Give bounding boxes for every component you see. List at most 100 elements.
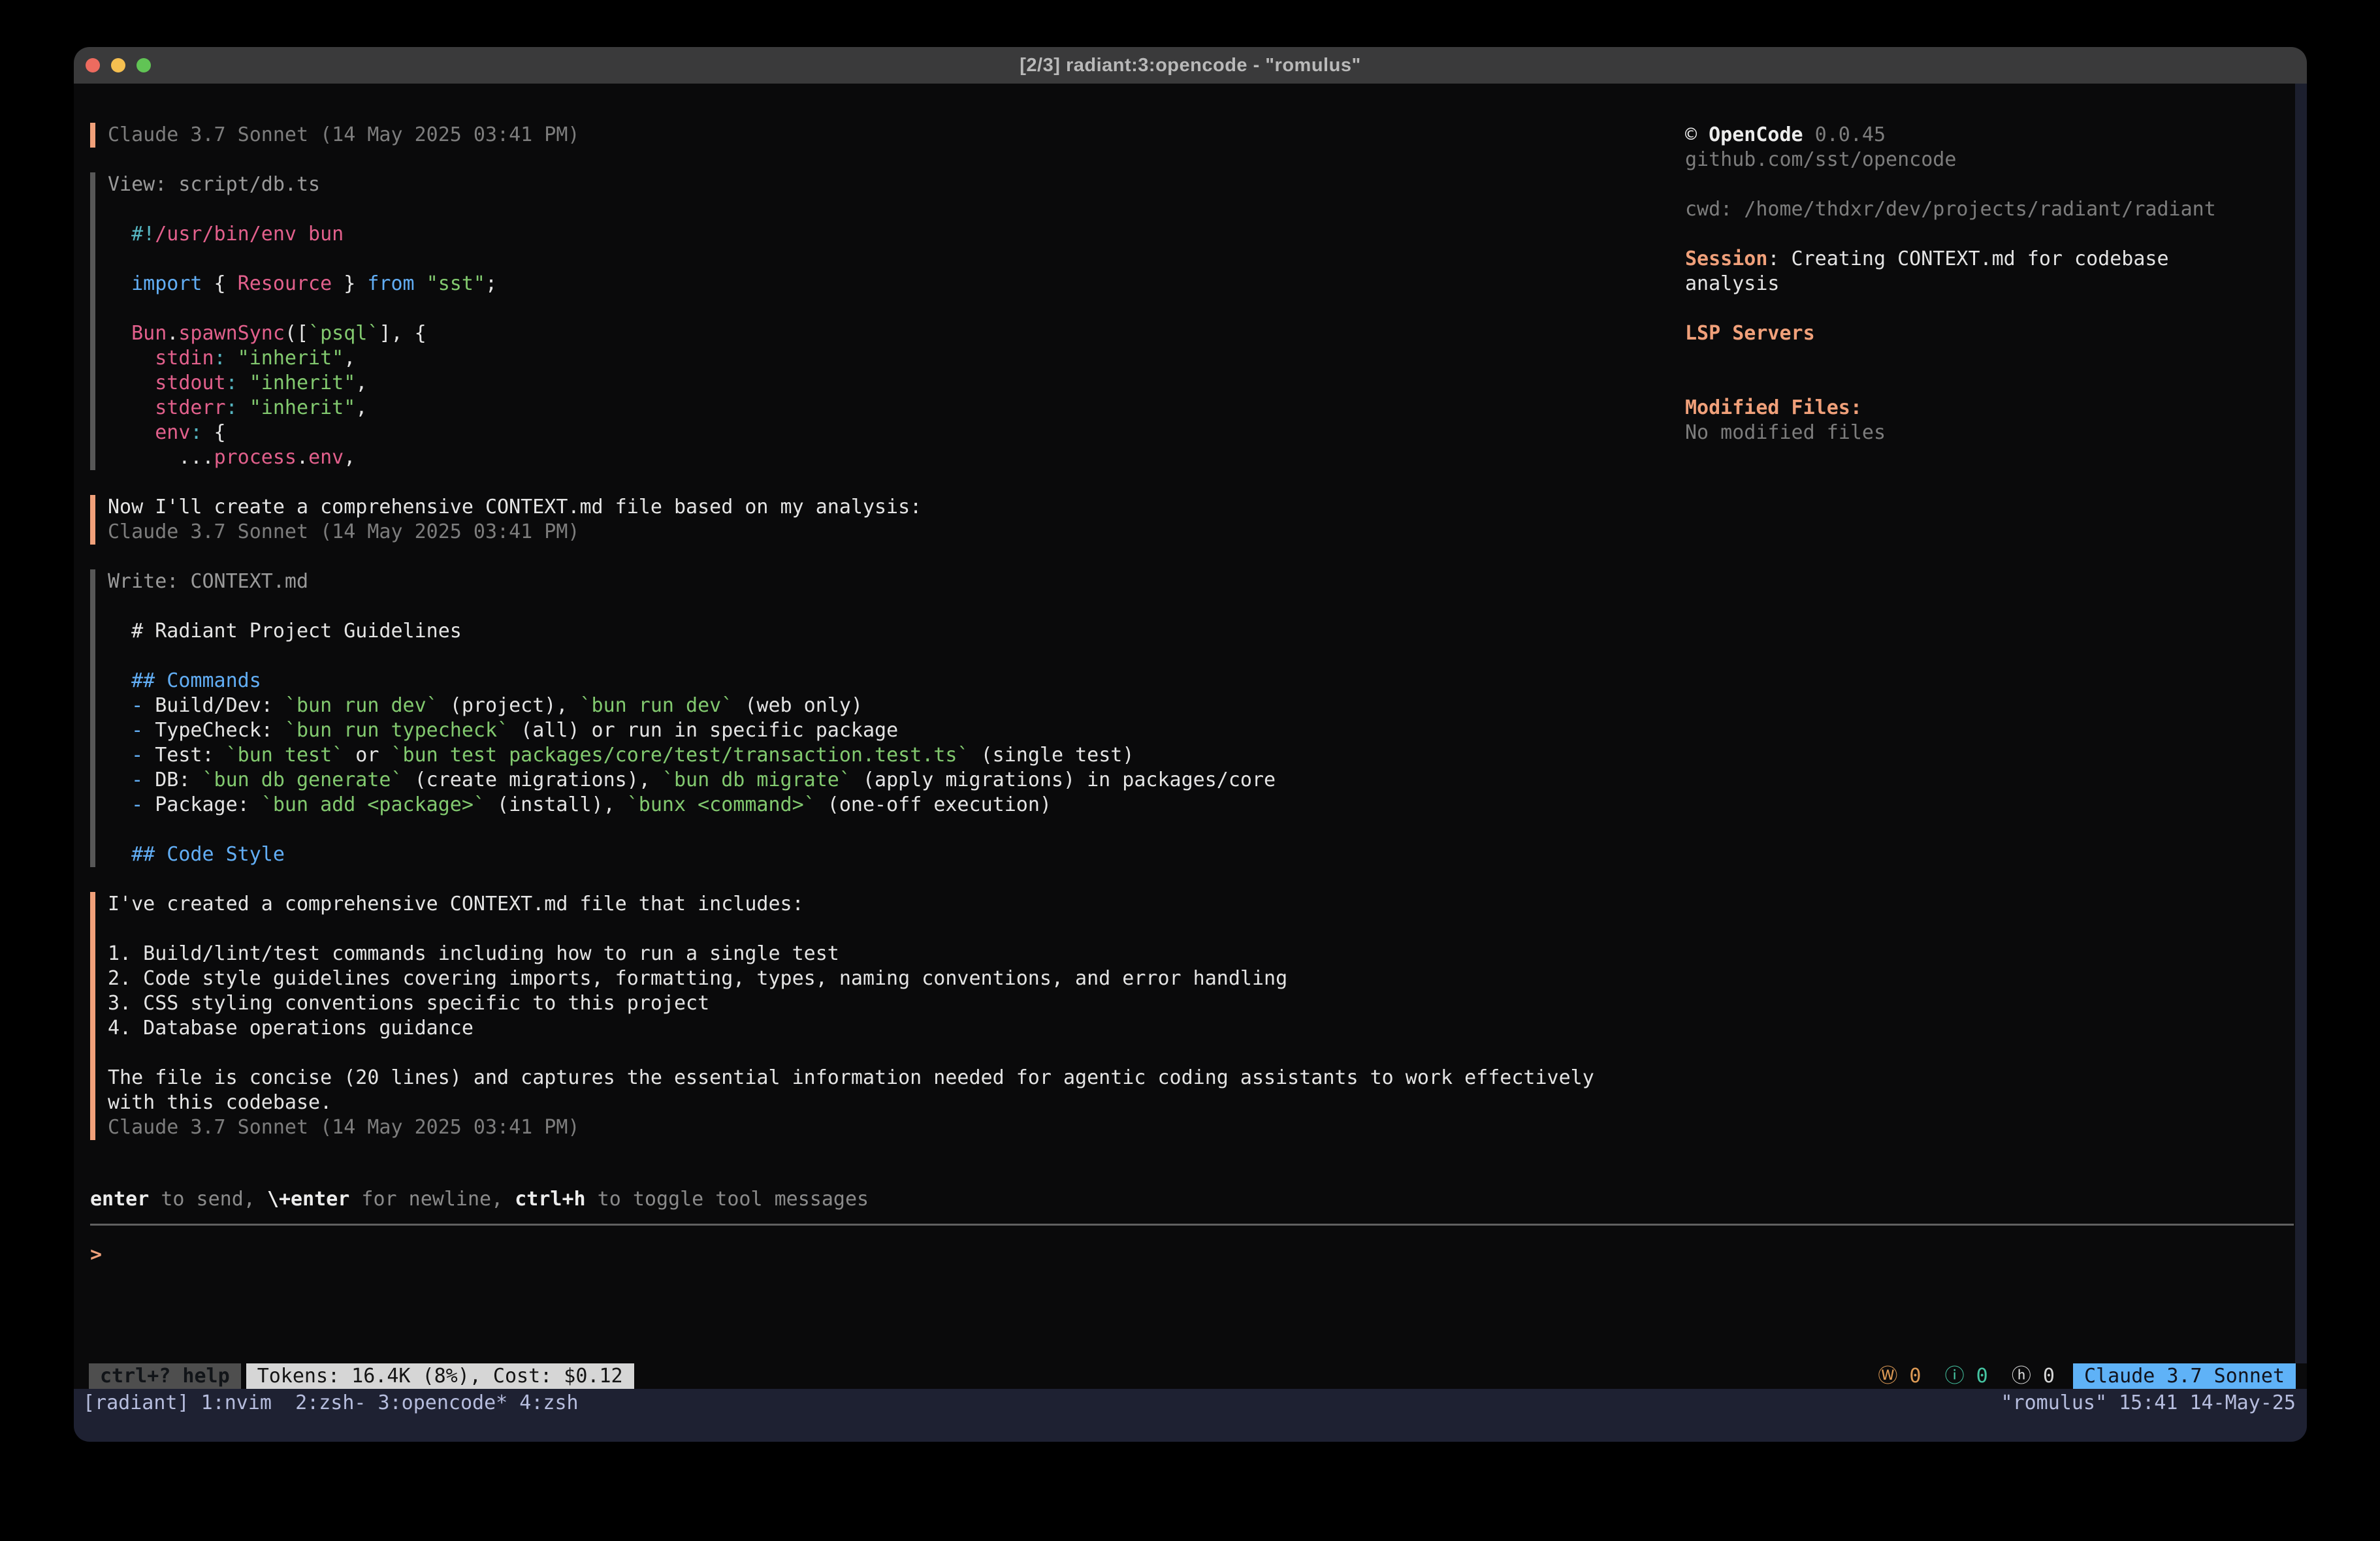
text-segment: ©: [1685, 123, 1709, 146]
text-segment: [415, 272, 426, 295]
message-lines: View: script/db.ts #!/usr/bin/env bun im…: [95, 172, 497, 470]
text-segment: "sst": [426, 272, 485, 295]
terminal-line: View: script/db.ts: [108, 172, 497, 197]
terminal-line: [108, 818, 1276, 842]
text-segment: (project),: [438, 694, 580, 717]
text-segment: ## Code Style: [108, 843, 285, 866]
text-segment: `bunx <command>`: [627, 793, 816, 816]
text-segment: (apply migrations) in packages/core: [851, 769, 1276, 791]
terminal-line: [108, 594, 1276, 619]
text-segment: ## Commands: [108, 669, 261, 692]
text-segment: "inherit": [238, 372, 356, 394]
scrollbar-track[interactable]: [2295, 84, 2307, 1363]
tmux-window-list[interactable]: [radiant] 1:nvim 2:zsh- 3:opencode* 4:zs…: [83, 1390, 579, 1416]
minimize-button[interactable]: [111, 58, 125, 72]
text-segment: Build/Dev:: [143, 694, 285, 717]
tmux-status-bar: [radiant] 1:nvim 2:zsh- 3:opencode* 4:zs…: [74, 1389, 2307, 1442]
text-segment: : Creating CONTEXT.md for codebase: [1767, 247, 2168, 270]
text-segment: from: [367, 272, 414, 295]
terminal-line: The file is concise (20 lines) and captu…: [108, 1066, 1594, 1090]
text-segment: `psql`: [308, 322, 379, 345]
terminal-line: analysis: [1685, 272, 2292, 296]
text-segment: -: [108, 769, 143, 791]
text-segment: # Radiant Project Guidelines: [108, 620, 462, 643]
terminal-line: env: {: [108, 421, 497, 445]
accent-bar: [90, 569, 95, 867]
text-segment: `bun run typecheck`: [285, 719, 509, 742]
terminal-line: Bun.spawnSync([`psql`], {: [108, 321, 497, 346]
text-segment: ,: [344, 446, 355, 469]
text-segment: analysis: [1685, 272, 1780, 295]
text-segment: 0.0.45: [1803, 123, 1886, 146]
assistant-message: Now I'll create a comprehensive CONTEXT.…: [90, 495, 2294, 545]
terminal-line: [108, 917, 1594, 942]
terminal-line: - Test: `bun test` or `bun test packages…: [108, 743, 1276, 768]
text-segment: /usr/bin/env bun: [155, 223, 344, 246]
terminal-line: 2. Code style guidelines covering import…: [108, 966, 1594, 991]
text-segment: `bun run dev`: [580, 694, 733, 717]
terminal-line: 4. Database operations guidance: [108, 1016, 1594, 1041]
text-segment: for newline,: [349, 1188, 515, 1211]
terminal-line: [108, 197, 497, 222]
model-badge[interactable]: Claude 3.7 Sonnet: [2073, 1363, 2296, 1389]
close-button[interactable]: [86, 58, 100, 72]
message-lines: Now I'll create a comprehensive CONTEXT.…: [95, 495, 922, 545]
text-segment: TypeCheck:: [143, 719, 285, 742]
text-segment: Now I'll create a comprehensive CONTEXT.…: [108, 496, 922, 518]
text-segment: [1988, 1365, 2012, 1388]
terminal-line: Session: Creating CONTEXT.md for codebas…: [1685, 247, 2292, 272]
text-segment: cwd: /home/thdxr/dev/projects/radiant/ra…: [1685, 198, 2216, 221]
text-segment: Claude 3.7 Sonnet (14 May 2025 03:41 PM): [108, 1116, 579, 1139]
text-segment: .: [297, 446, 308, 469]
terminal-line: 3. CSS styling conventions specific to t…: [108, 991, 1594, 1016]
terminal-line: - DB: `bun db generate` (create migratio…: [108, 768, 1276, 793]
text-segment: (single test): [969, 744, 1134, 767]
text-segment: ,: [355, 372, 367, 394]
text-segment: Session: [1685, 247, 1767, 270]
text-segment: 3. CSS styling conventions specific to t…: [108, 992, 709, 1015]
help-shortcut-badge: ctrl+? help: [89, 1363, 241, 1389]
tool-output-write: Write: CONTEXT.md # Radiant Project Guid…: [90, 569, 2294, 867]
text-segment: Claude 3.7 Sonnet (14 May 2025 03:41 PM): [108, 520, 579, 543]
terminal-line: [1685, 222, 2292, 247]
message-input[interactable]: [102, 1243, 2294, 1267]
text-segment: I've created a comprehensive CONTEXT.md …: [108, 893, 804, 915]
text-segment: :: [190, 421, 202, 444]
text-segment: }: [332, 272, 367, 295]
terminal-line: cwd: /home/thdxr/dev/projects/radiant/ra…: [1685, 197, 2292, 222]
text-segment: ...: [108, 446, 214, 469]
text-segment: Claude 3.7 Sonnet (14 May 2025 03:41 PM): [108, 123, 579, 146]
text-segment: env: [108, 421, 190, 444]
zoom-button[interactable]: [137, 58, 151, 72]
text-segment: (one-off execution): [816, 793, 1052, 816]
terminal-line: ## Code Style: [108, 842, 1276, 867]
terminal-line: © OpenCode 0.0.45: [1685, 123, 2292, 148]
text-segment: [1921, 1365, 1944, 1388]
message-lines: Write: CONTEXT.md # Radiant Project Guid…: [95, 569, 1276, 867]
terminal-line: Ⓦ 0 ⓘ 0 ⓗ 0: [1878, 1364, 2055, 1389]
text-segment: ([: [285, 322, 308, 345]
text-segment: 1. Build/lint/test commands including ho…: [108, 942, 839, 965]
prompt-row: >: [90, 1243, 2294, 1267]
terminal-line: [1685, 371, 2292, 396]
text-segment: or: [344, 744, 391, 767]
terminal-line: ...process.env,: [108, 445, 497, 470]
accent-bar: [90, 892, 95, 1140]
text-segment: OpenCode: [1709, 123, 1803, 146]
text-segment: process: [214, 446, 297, 469]
text-segment: `bun run dev`: [285, 694, 438, 717]
terminal-window: [2/3] radiant:3:opencode - "romulus" Cla…: [74, 47, 2307, 1442]
terminal-line: import { Resource } from "sst";: [108, 272, 497, 296]
terminal-line: Claude 3.7 Sonnet (14 May 2025 03:41 PM): [108, 520, 922, 545]
tokens-cost-badge: Tokens: 16.4K (8%), Cost: $0.12: [246, 1363, 634, 1389]
message-lines: I've created a comprehensive CONTEXT.md …: [95, 892, 1594, 1140]
terminal-line: Claude 3.7 Sonnet (14 May 2025 03:41 PM): [108, 1115, 1594, 1140]
text-segment: (create migrations),: [403, 769, 662, 791]
text-segment: ctrl+h: [515, 1188, 585, 1211]
text-segment: Modified Files:: [1685, 396, 1862, 419]
text-segment: Ⓦ 0: [1878, 1365, 1921, 1388]
text-segment: -: [108, 719, 143, 742]
text-segment: import: [108, 272, 202, 295]
terminal-line: stdout: "inherit",: [108, 371, 497, 396]
text-segment: ,: [355, 396, 367, 419]
